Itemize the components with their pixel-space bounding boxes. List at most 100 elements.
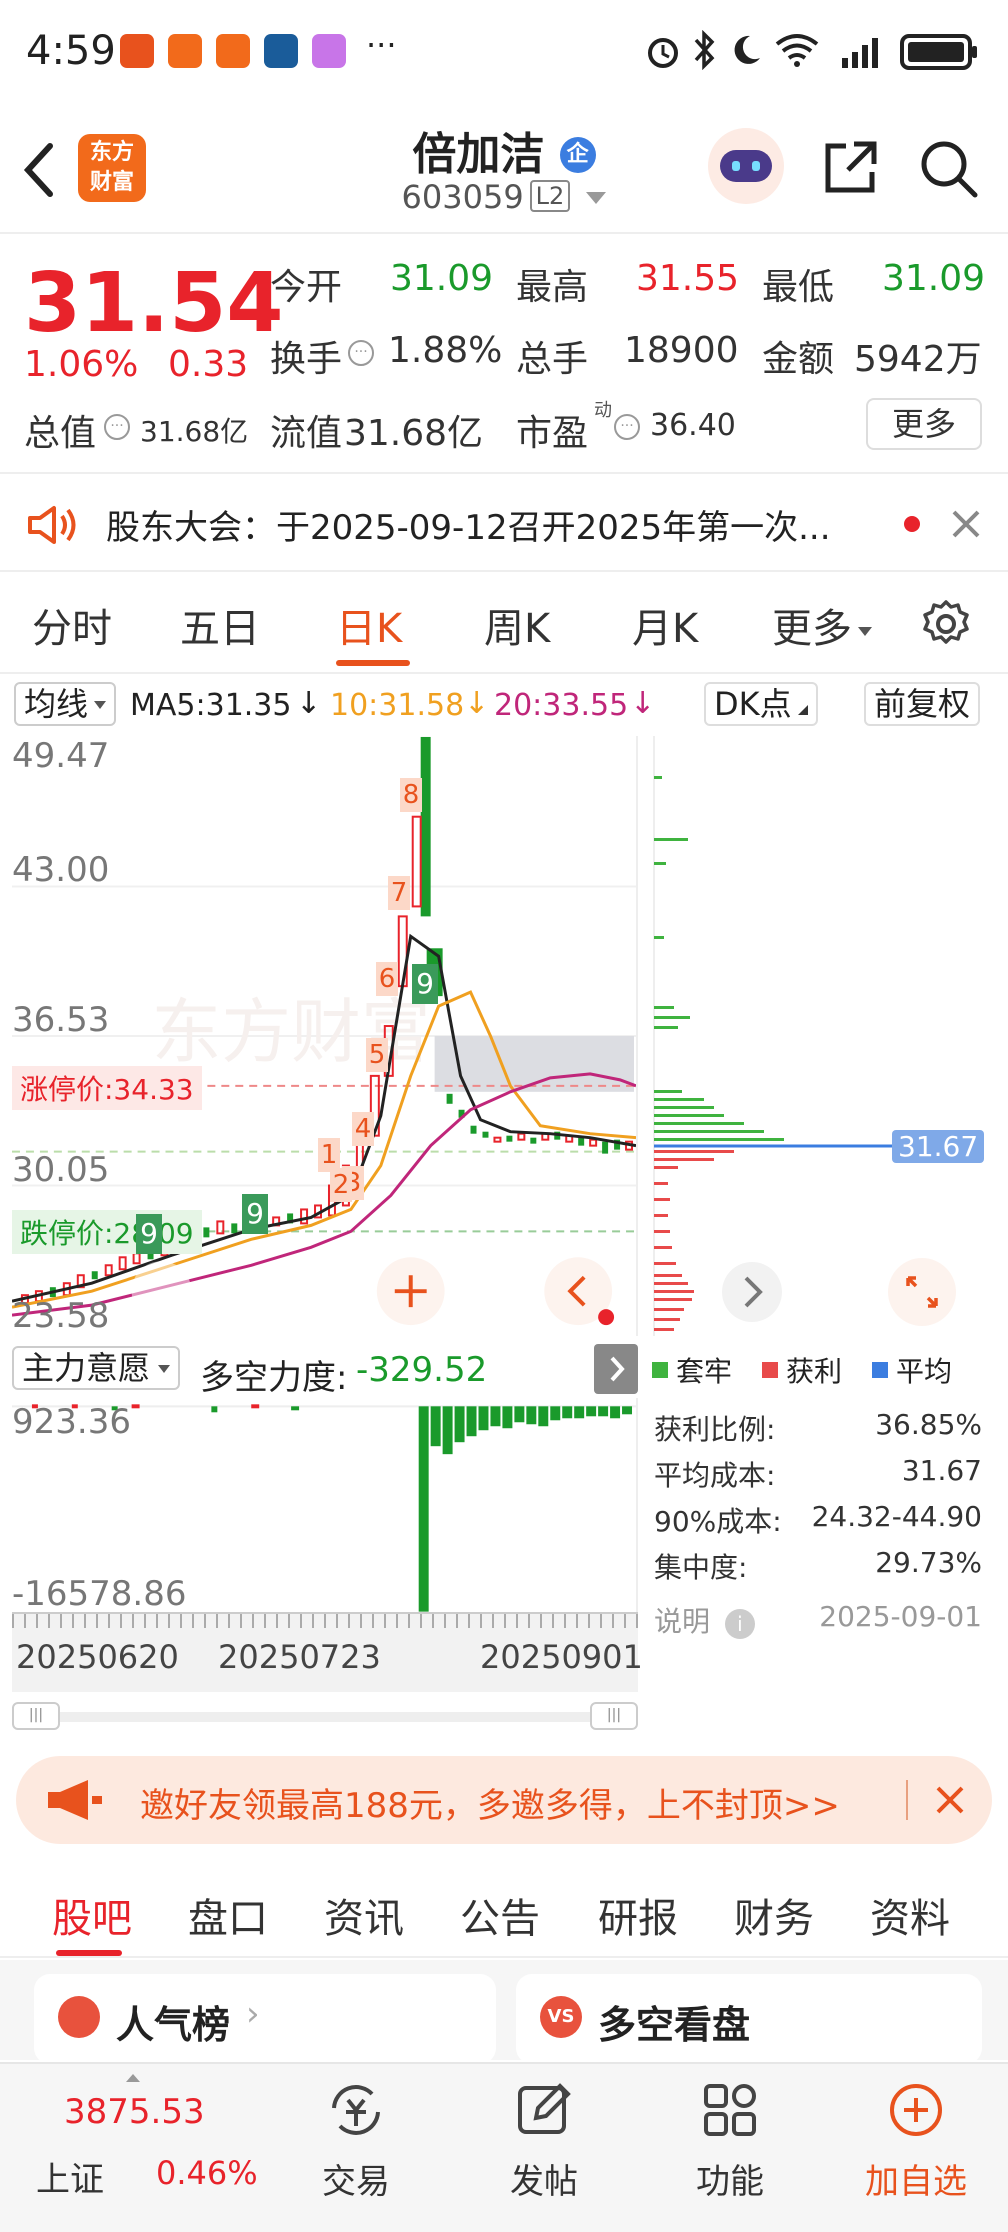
ma-selector-label: 均线 (24, 685, 89, 723)
tab-forum[interactable]: 股吧 (52, 1886, 132, 1944)
change-pct: 1.06% (24, 344, 139, 385)
index-widget[interactable]: 3875.53 上证 0.46% (0, 2064, 270, 2232)
close-icon[interactable] (932, 1782, 968, 1818)
info-icon[interactable]: ··· (614, 414, 640, 440)
tab-profile[interactable]: 资料 (870, 1886, 950, 1944)
tab-intraday[interactable]: 分时 (32, 596, 112, 654)
tab-more[interactable]: 更多 (772, 596, 872, 654)
low-value: 31.09 (882, 258, 986, 299)
kline-chart[interactable]: 东方财富 49.47 43.00 36.53 30.05 23.58 涨停价:3… (12, 736, 638, 1336)
more-quote-button[interactable]: 更多 (866, 398, 982, 450)
ma5-value: MA5:31.35 (130, 688, 292, 723)
info-icon[interactable]: ··· (104, 414, 130, 440)
amount-label: 金额 (762, 339, 835, 380)
wifi-icon (775, 34, 819, 67)
ma-selector[interactable]: 均线 (14, 682, 117, 726)
date-ticks (12, 1612, 638, 1628)
chip-legend: 套牢 获利 平均 (652, 1350, 952, 1390)
dk-point-label: DK点 (714, 685, 792, 723)
caret-down-icon (858, 627, 872, 636)
tab-orderbook[interactable]: 盘口 (188, 1886, 268, 1944)
enterprise-badge: 企 (559, 137, 596, 173)
tab-announcements[interactable]: 公告 (460, 1886, 540, 1944)
chip-distribution-chart[interactable]: 31.67 (652, 736, 985, 1336)
stat-average-cost: 平均成本: 31.67 (654, 1454, 982, 1494)
nav-functions[interactable]: 功能 (660, 2078, 800, 2203)
indicator-next-button[interactable] (594, 1344, 638, 1394)
chevron-right-icon (610, 1356, 625, 1382)
marker-6: 6 (376, 962, 398, 996)
chip-note-label: 说明 (654, 1605, 711, 1638)
volume-value: 18900 (624, 330, 739, 371)
tab-finance[interactable]: 财务 (734, 1886, 814, 1944)
content-tabs: 股吧 盘口 资讯 公告 研报 财务 资料 (0, 1858, 1008, 1958)
gear-icon[interactable] (920, 598, 972, 650)
marker-9-low: 9 (242, 1194, 268, 1234)
y-label-bottom: 23.58 (12, 1296, 110, 1336)
app-notification-icon (120, 34, 154, 68)
status-bar: 4:59 ··· (0, 0, 1008, 106)
nav-add-watchlist[interactable]: 加自选 (846, 2078, 986, 2203)
more-notifications: ··· (366, 26, 397, 64)
pe-label: 市盈 (516, 413, 589, 454)
scroll-handle-left[interactable]: ||| (12, 1702, 60, 1730)
app-notification-icon (216, 34, 250, 68)
index-value: 3875.53 (64, 2092, 205, 2132)
search-icon[interactable] (916, 136, 982, 202)
share-icon[interactable] (818, 136, 882, 200)
adjust-button[interactable]: 前复权 (864, 682, 981, 726)
fullscreen-button[interactable] (888, 1258, 956, 1326)
tab-research[interactable]: 研报 (598, 1886, 678, 1944)
amount-value: 5942万 (854, 339, 982, 380)
nav-post[interactable]: 发帖 (474, 2078, 614, 2203)
marker-1: 1 (318, 1138, 340, 1172)
legend-average-swatch (872, 1362, 889, 1378)
promo-text: 邀好友领最高188元，多邀多得，上不封顶>> (140, 1786, 840, 1826)
chip-profit-bars (654, 1150, 734, 1331)
stock-header: 东方财富 倍加洁 企 603059 L2 (0, 106, 1008, 234)
date-start: 20250620 (16, 1638, 179, 1676)
close-icon[interactable] (948, 506, 984, 542)
legend-profit: 获利 (786, 1355, 843, 1388)
indicator-chart[interactable]: 923.36 -16578.86 (12, 1398, 638, 1614)
app-notification-icon (168, 34, 202, 68)
legend-profit-swatch (762, 1362, 779, 1378)
card-bull-bear[interactable]: VS 多空看盘 (516, 1974, 982, 2064)
robot-assistant-icon[interactable] (708, 128, 784, 204)
date-mid: 20250723 (218, 1638, 381, 1676)
tab-monthly-k[interactable]: 月K (632, 596, 698, 654)
pe-value: 36.40 (650, 408, 736, 443)
legend-average: 平均 (896, 1355, 953, 1388)
range-scrollbar[interactable]: ||| ||| (12, 1700, 638, 1732)
tab-news[interactable]: 资讯 (324, 1886, 404, 1944)
high-value: 31.55 (636, 258, 740, 299)
change-value: 0.33 (168, 344, 249, 385)
marker-4: 4 (352, 1112, 374, 1146)
open-value: 31.09 (390, 258, 494, 299)
next-button[interactable] (722, 1262, 782, 1322)
moon-icon (734, 35, 760, 64)
scroll-handle-right[interactable]: ||| (590, 1702, 638, 1730)
tab-daily-k[interactable]: 日K (336, 596, 402, 654)
dk-point-button[interactable]: DK点 (704, 682, 818, 726)
active-tab-indicator (56, 1950, 122, 1956)
red-dot (598, 1309, 615, 1326)
notice-bar[interactable]: 股东大会：于2025-09-12召开2025年第一次... (0, 476, 1008, 572)
chip-note-row[interactable]: 说明 i 2025-09-01 (654, 1600, 982, 1640)
stat-90-cost: 90%成本: 24.32-44.90 (654, 1500, 982, 1540)
tab-five-day[interactable]: 五日 (180, 596, 260, 654)
arrow-down-icon: ↓ (464, 686, 490, 721)
legend-trapped-swatch (652, 1362, 668, 1378)
tab-weekly-k[interactable]: 周K (484, 596, 550, 654)
card-popularity[interactable]: 人气榜 › (34, 1974, 496, 2064)
indicator-selector[interactable]: 主力意愿 (12, 1346, 181, 1390)
level2-badge: L2 (529, 180, 571, 212)
card-bull-bear-title: 多空看盘 (598, 2003, 751, 2047)
promo-banner[interactable]: 邀好友领最高188元，多邀多得，上不封顶>> (16, 1756, 992, 1844)
info-icon[interactable]: ··· (348, 340, 374, 366)
caret-down-icon (94, 701, 107, 709)
open-label: 今开 (270, 267, 343, 308)
nav-trade[interactable]: 交易 (286, 2078, 426, 2203)
candle-big (420, 736, 431, 917)
marker-7: 7 (388, 876, 410, 910)
